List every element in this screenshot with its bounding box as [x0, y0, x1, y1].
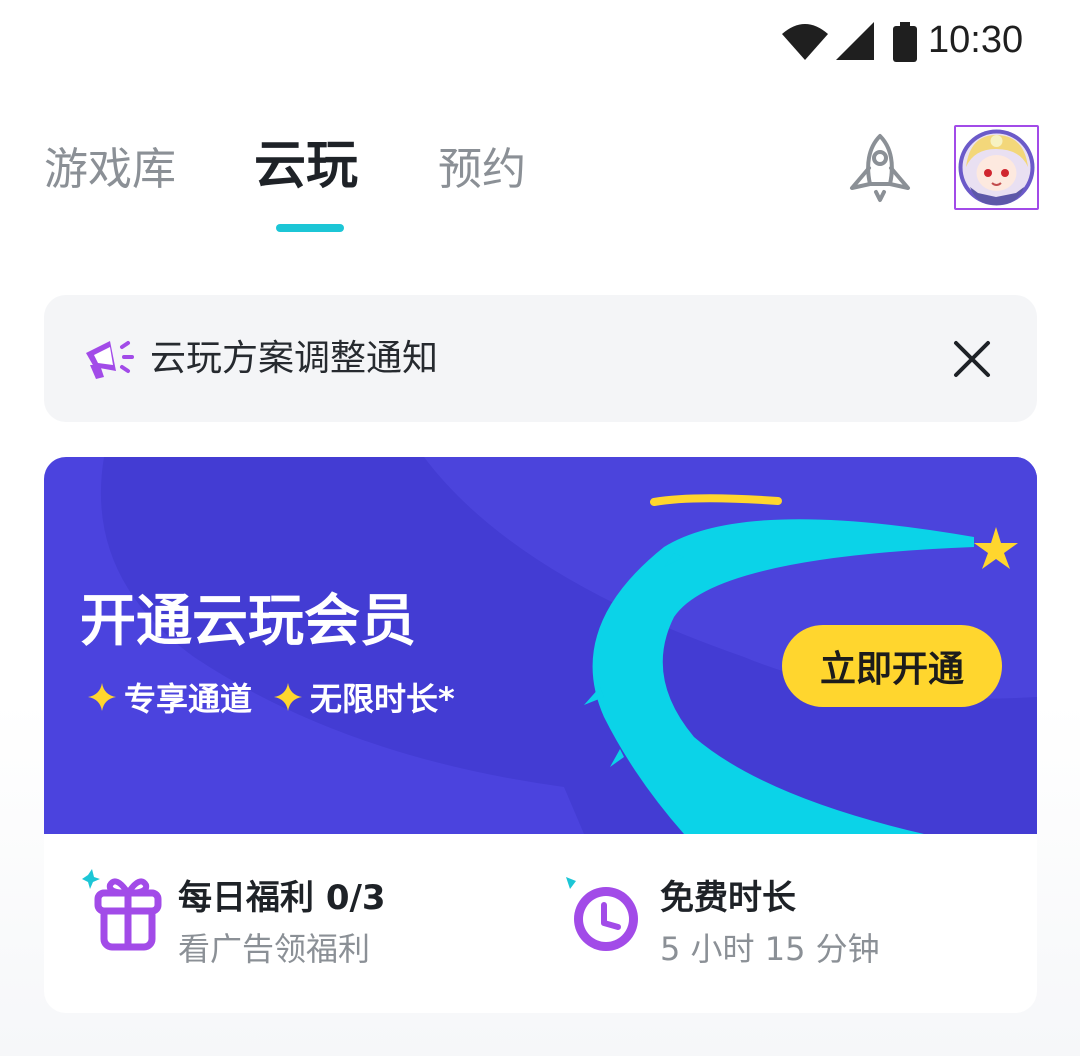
feature-item: 无限时长* [274, 674, 455, 720]
tab-reservation[interactable]: 预约 [438, 140, 526, 200]
status-bar: 10:30 [0, 0, 1080, 84]
wifi-icon [782, 24, 828, 60]
notice-text: 云玩方案调整通知 [150, 338, 439, 379]
gift-icon [82, 869, 162, 951]
sparkle-icon [274, 683, 303, 711]
active-tab-indicator [276, 224, 344, 232]
clock-icon [566, 877, 638, 951]
notice-bar[interactable]: 云玩方案调整通知 [44, 295, 1037, 422]
tab-game-library[interactable]: 游戏库 [44, 140, 176, 200]
signal-icon [836, 22, 874, 60]
battery-icon [893, 22, 917, 62]
sparkle-icon [88, 683, 116, 711]
megaphone-icon [86, 341, 134, 379]
avatar-image [958, 129, 1035, 206]
daily-welfare-title: 每日福利 0/3 [178, 878, 386, 918]
close-notice-button[interactable] [948, 335, 996, 383]
membership-card: 开通云玩会员 专享通道 无限时长* 立即开通 每日福利 0/3 看广告领福利 免… [44, 457, 1037, 1013]
feature-label: 专享通道 [124, 680, 253, 718]
user-avatar[interactable] [954, 125, 1039, 210]
feature-label: 无限时长* [310, 680, 455, 718]
membership-title: 开通云玩会员 [80, 589, 416, 654]
status-time: 10:30 [928, 19, 1024, 61]
tab-cloud-play[interactable]: 云玩 [254, 136, 358, 196]
rocket-icon[interactable] [844, 132, 916, 204]
free-time-value: 5 小时 15 分钟 [660, 930, 880, 968]
free-time-title: 免费时长 [660, 878, 796, 918]
activate-now-button[interactable]: 立即开通 [782, 625, 1002, 707]
daily-welfare-subtitle: 看广告领福利 [178, 930, 371, 968]
feature-item: 专享通道 [88, 674, 252, 720]
membership-features: 专享通道 无限时长* [88, 673, 477, 721]
